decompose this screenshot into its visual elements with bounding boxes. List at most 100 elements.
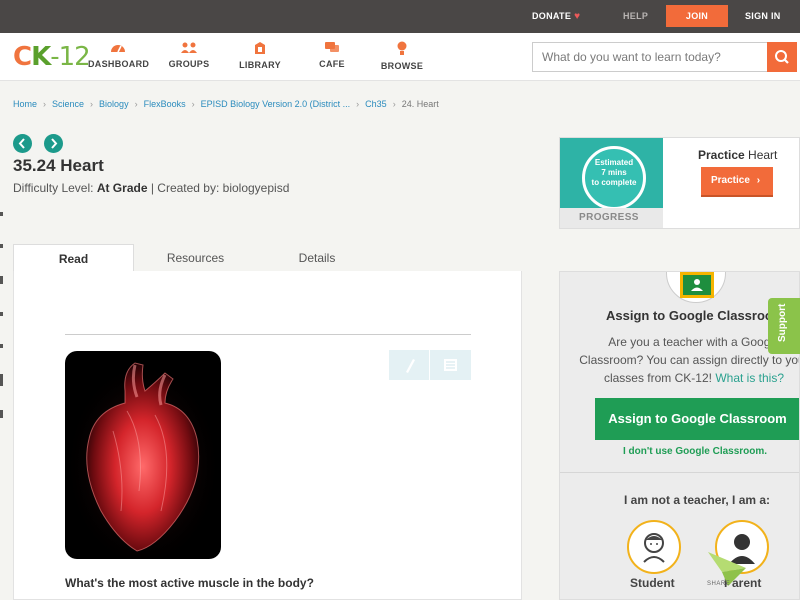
library-icon <box>255 42 265 54</box>
notes-button[interactable] <box>430 350 471 380</box>
breadcrumb-separator: › <box>356 99 360 109</box>
notes-icon <box>444 359 457 371</box>
search-input[interactable] <box>533 43 766 71</box>
highlight-button[interactable] <box>389 350 430 380</box>
logo-k: K <box>31 42 51 72</box>
support-tab[interactable]: Support <box>768 298 800 354</box>
search-button[interactable] <box>767 42 797 72</box>
logo-num: 12 <box>58 42 91 72</box>
what-is-this-link[interactable]: What is this? <box>715 371 784 385</box>
difficulty-prefix: Difficulty Level: <box>13 181 97 195</box>
nav-cafe[interactable]: CAFE <box>316 41 348 69</box>
practice-button[interactable]: Practice › <box>701 167 773 197</box>
sign-in-link[interactable]: SIGN IN <box>745 0 781 33</box>
practice-title: Practice Heart <box>698 148 777 162</box>
groups-icon <box>181 42 197 53</box>
role-prompt: I am not a teacher, I am a: <box>624 493 771 507</box>
support-label: Support <box>777 303 788 342</box>
lesson-question: What's the most active muscle in the bod… <box>65 576 314 590</box>
nav-browse[interactable]: BROWSE <box>380 41 424 71</box>
dashboard-icon <box>111 45 125 53</box>
cafe-icon <box>325 42 339 52</box>
dont-use-classroom-link[interactable]: I don't use Google Classroom. <box>623 446 767 457</box>
breadcrumb-science[interactable]: Science <box>52 99 84 109</box>
search-icon <box>775 50 789 64</box>
chevron-right-icon: › <box>756 175 761 186</box>
difficulty-value: At Grade <box>96 181 148 195</box>
nav-cafe-label: CAFE <box>319 59 345 69</box>
edge-mark <box>0 212 3 216</box>
main-nav: CK-12 DASHBOARD GROUPS LIBRARY CAFE BROW… <box>0 33 800 81</box>
nav-browse-label: BROWSE <box>380 61 424 71</box>
browse-icon <box>397 41 407 55</box>
heart-image <box>65 351 221 559</box>
breadcrumb-separator: › <box>90 99 94 109</box>
divider <box>65 334 471 335</box>
logo-c: C <box>13 42 32 72</box>
search-box <box>532 42 797 72</box>
practice-title-topic: Heart <box>744 148 778 162</box>
tab-details[interactable]: Details <box>277 244 357 272</box>
progress-panel: Estimated 7 mins to complete PROGRESS <box>560 138 663 228</box>
nav-dashboard[interactable]: DASHBOARD <box>88 41 150 69</box>
breadcrumb-book[interactable]: EPISD Biology Version 2.0 (District ... <box>201 99 351 109</box>
breadcrumb-separator: › <box>134 99 138 109</box>
nav-library-label: LIBRARY <box>239 60 281 70</box>
top-bar: DONATE ♥ HELP JOIN SIGN IN <box>0 0 800 33</box>
next-lesson-button[interactable] <box>44 134 63 153</box>
page-title: 35.24 Heart <box>13 156 104 175</box>
annotation-toolbar <box>389 350 471 380</box>
breadcrumb-chapter[interactable]: Ch35 <box>365 99 387 109</box>
join-button[interactable]: JOIN <box>666 5 728 27</box>
student-role-button[interactable] <box>627 520 681 574</box>
practice-button-label: Practice <box>711 175 750 186</box>
tab-resources[interactable]: Resources <box>148 244 243 272</box>
help-link[interactable]: HELP <box>623 0 648 33</box>
estimate-line-2: 7 mins <box>601 168 627 177</box>
read-panel: What's the most active muscle in the bod… <box>13 271 522 600</box>
chevron-right-icon <box>51 138 58 149</box>
breadcrumb-separator: › <box>43 99 47 109</box>
edge-mark <box>0 374 3 386</box>
divider <box>560 472 799 473</box>
breadcrumb: Home › Science › Biology › FlexBooks › EPISD Bio… <box>13 99 439 109</box>
donate-link[interactable]: DONATE ♥ <box>532 0 580 33</box>
lesson-meta: Difficulty Level: At Grade | Created by:… <box>13 181 289 195</box>
classroom-title: Assign to Google Classroom <box>606 308 785 323</box>
donate-label: DONATE <box>532 11 572 21</box>
edge-mark <box>0 344 3 348</box>
student-icon <box>643 533 665 563</box>
breadcrumb-home[interactable]: Home <box>13 99 37 109</box>
ck12-logo[interactable]: CK-12 <box>13 42 91 72</box>
breadcrumb-separator: › <box>191 99 195 109</box>
estimate-line-3: to complete <box>591 178 637 187</box>
chevron-left-icon <box>18 138 25 149</box>
edge-mark <box>0 410 3 418</box>
previous-lesson-button[interactable] <box>13 134 32 153</box>
content-tabs: Read Resources Details <box>13 244 522 272</box>
nav-library[interactable]: LIBRARY <box>238 41 282 70</box>
tab-read[interactable]: Read <box>13 244 134 272</box>
google-classroom-card: Assign to Google Classroom Are you a tea… <box>559 271 800 600</box>
classroom-description: Are you a teacher with a Google Classroo… <box>578 333 799 387</box>
edge-mark <box>0 312 3 316</box>
practice-card: Estimated 7 mins to complete PROGRESS Pr… <box>559 137 800 229</box>
created-by: | Created by: biologyepisd <box>147 181 290 195</box>
heart-icon: ♥ <box>574 11 581 22</box>
edge-mark <box>0 276 3 284</box>
edge-mark <box>0 244 3 248</box>
nav-dashboard-label: DASHBOARD <box>88 59 150 69</box>
estimate-line-1: Estimated <box>594 158 634 167</box>
share-label: SHARE <box>707 581 731 587</box>
breadcrumb-separator: › <box>392 99 396 109</box>
student-label: Student <box>630 576 675 590</box>
progress-estimate: Estimated 7 mins to complete <box>584 158 644 188</box>
assign-classroom-button[interactable]: Assign to Google Classroom <box>595 398 799 440</box>
practice-title-bold: Practice <box>698 148 745 162</box>
breadcrumb-flexbooks[interactable]: FlexBooks <box>144 99 186 109</box>
progress-label: PROGRESS <box>560 208 663 228</box>
breadcrumb-current: 24. Heart <box>401 99 439 109</box>
nav-groups[interactable]: GROUPS <box>165 41 213 69</box>
google-classroom-icon <box>666 272 726 303</box>
breadcrumb-biology[interactable]: Biology <box>99 99 129 109</box>
